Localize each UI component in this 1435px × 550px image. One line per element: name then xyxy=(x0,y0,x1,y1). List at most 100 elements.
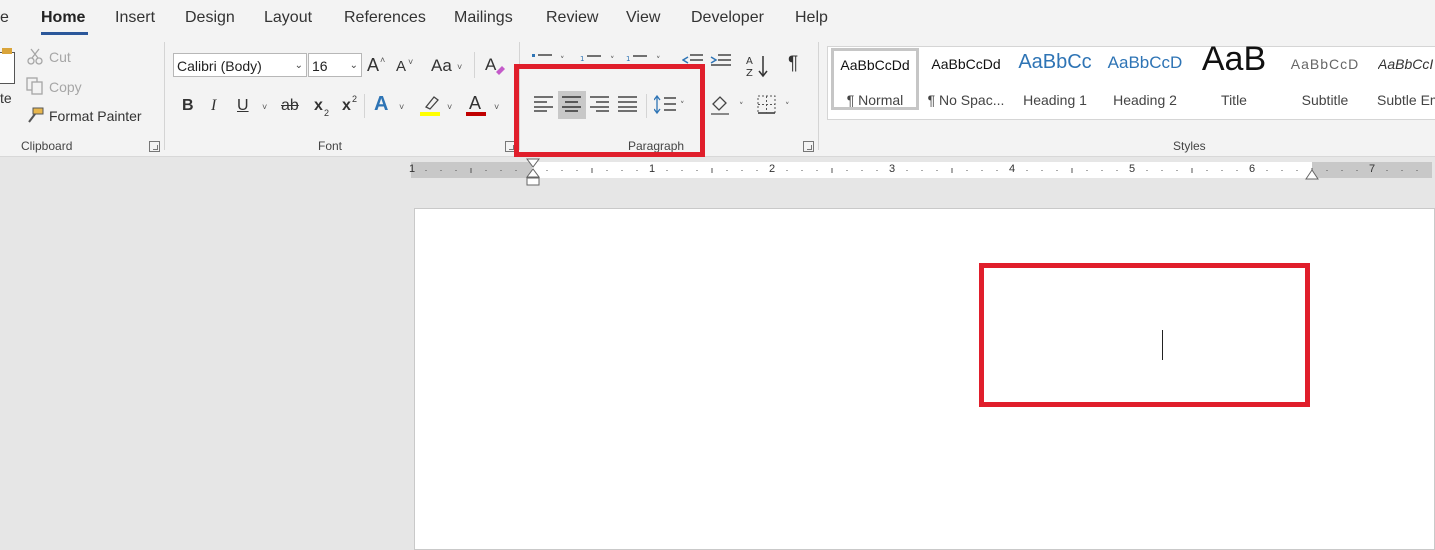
ruler-ticks xyxy=(425,168,1418,173)
tab-developer[interactable]: Developer xyxy=(691,9,764,27)
paragraph-alignment-highlight-box xyxy=(514,64,705,157)
underline-button[interactable]: U xyxy=(237,96,249,116)
paste-button-label[interactable]: te xyxy=(0,88,12,108)
style-preview: AaBbCc xyxy=(1018,51,1092,73)
show-formatting-marks-button[interactable]: ¶ xyxy=(788,54,798,74)
tab-home[interactable]: Home xyxy=(41,9,85,27)
svg-text:˅: ˅ xyxy=(785,102,790,112)
italic-button[interactable]: I xyxy=(211,96,216,116)
style-name: ¶ No Spac... xyxy=(927,92,1005,108)
style-normal[interactable]: AaBbCcDd ¶ Normal xyxy=(831,48,919,110)
tab-file[interactable]: e xyxy=(0,9,9,27)
svg-text:1: 1 xyxy=(580,55,584,63)
tab-mailings[interactable]: Mailings xyxy=(454,9,513,27)
paragraph-dialog-launcher-icon[interactable] xyxy=(803,141,814,152)
scissors-icon xyxy=(27,48,43,65)
separator xyxy=(474,52,475,78)
increase-indent-icon[interactable] xyxy=(710,54,732,68)
clipboard-group-label: Clipboard xyxy=(21,139,73,153)
style-preview: AaBbCcI xyxy=(1378,56,1434,72)
active-tab-indicator xyxy=(41,32,88,35)
subscript-2-icon: 2 xyxy=(324,108,330,118)
superscript-2-icon: 2 xyxy=(352,94,358,104)
chevron-down-icon: ˅ xyxy=(494,102,500,112)
copy-icon xyxy=(26,77,43,95)
font-color-bar xyxy=(466,112,486,116)
shrink-font-button[interactable]: A xyxy=(396,57,406,77)
tab-help[interactable]: Help xyxy=(795,9,828,27)
style-subtle-emphasis[interactable]: AaBbCcI Subtle Em xyxy=(1371,48,1435,110)
indent-marker-icon[interactable] xyxy=(526,158,540,188)
ruler-number: 2 xyxy=(769,163,776,175)
bold-button[interactable]: B xyxy=(182,96,194,116)
tab-view[interactable]: View xyxy=(626,9,660,27)
grow-font-button[interactable]: A xyxy=(367,55,379,75)
style-heading-2[interactable]: AaBbCcD Heading 2 xyxy=(1101,48,1189,110)
style-name: Heading 2 xyxy=(1113,92,1177,108)
svg-text:˅: ˅ xyxy=(739,102,744,112)
style-subtitle[interactable]: AaBbCcD Subtitle xyxy=(1281,48,1369,110)
font-family-value: Calibri (Body) xyxy=(177,58,262,74)
strikethrough-button[interactable]: ab xyxy=(281,96,299,116)
paste-icon[interactable] xyxy=(0,52,15,84)
right-indent-marker-icon[interactable] xyxy=(1305,168,1319,180)
copy-button[interactable]: Copy xyxy=(49,77,82,97)
ribbon: te Cut Copy Format Painter Clipboard Cal… xyxy=(0,38,1435,157)
ruler-number: 3 xyxy=(889,163,896,175)
chevron-down-icon: ˅ xyxy=(262,102,268,112)
tab-references[interactable]: References xyxy=(344,9,426,27)
highlighter-icon[interactable] xyxy=(420,94,442,112)
clear-formatting-icon[interactable]: A xyxy=(484,54,506,76)
chevron-down-icon: ⌄ xyxy=(349,60,358,71)
style-name: Heading 1 xyxy=(1023,92,1087,108)
style-preview: AaBbCcDd xyxy=(840,57,910,73)
tab-review[interactable]: Review xyxy=(546,9,598,27)
style-preview: AaBbCcD xyxy=(1107,53,1183,72)
ruler-number: 1 xyxy=(649,163,656,175)
style-no-spacing[interactable]: AaBbCcDd ¶ No Spac... xyxy=(922,48,1010,110)
ruler-number: 5 xyxy=(1129,163,1136,175)
style-name: ¶ Normal xyxy=(846,92,904,108)
tab-layout[interactable]: Layout xyxy=(264,9,312,27)
font-color-button[interactable]: A xyxy=(469,93,481,113)
font-size-select[interactable]: 16 ⌄ xyxy=(308,53,362,77)
tab-design[interactable]: Design xyxy=(185,9,235,27)
font-family-select[interactable]: Calibri (Body) ⌄ xyxy=(173,53,307,77)
change-case-button[interactable]: Aa xyxy=(431,56,452,76)
tab-insert[interactable]: Insert xyxy=(115,9,155,27)
ruler-number: 7 xyxy=(1369,163,1376,175)
styles-group-label: Styles xyxy=(1173,139,1206,153)
font-size-value: 16 xyxy=(312,58,328,74)
shading-icon[interactable]: ˅ xyxy=(710,94,750,116)
style-preview: AaB xyxy=(1201,40,1267,78)
chevron-down-icon: ˅ xyxy=(457,62,463,72)
style-preview: AaBbCcDd xyxy=(931,56,1001,72)
highlight-color-bar xyxy=(420,112,440,116)
sort-icon[interactable]: A Z xyxy=(746,54,770,78)
svg-text:1: 1 xyxy=(626,55,630,63)
format-painter-button[interactable]: Format Painter xyxy=(49,106,142,126)
clipboard-clip-icon xyxy=(2,48,12,54)
ruler-number: 1 xyxy=(409,163,416,175)
grow-arrow-icon: ˄ xyxy=(380,55,386,65)
style-name: Subtitle xyxy=(1301,92,1349,108)
shrink-arrow-icon: ˅ xyxy=(408,57,414,67)
svg-text:A: A xyxy=(485,55,497,74)
ruler-number: 6 xyxy=(1249,163,1256,175)
style-heading-1[interactable]: AaBbCc Heading 1 xyxy=(1011,48,1099,110)
group-separator xyxy=(818,42,819,150)
chevron-down-icon: ˅ xyxy=(447,102,453,112)
style-title[interactable]: AaB Title xyxy=(1190,40,1278,110)
format-painter-icon xyxy=(28,107,44,123)
clipboard-dialog-launcher-icon[interactable] xyxy=(149,141,160,152)
style-name: Title xyxy=(1221,92,1247,108)
borders-icon[interactable]: ˅ xyxy=(757,95,797,115)
svg-text:Z: Z xyxy=(746,68,753,78)
style-name: Subtle Em xyxy=(1377,92,1435,108)
superscript-button[interactable]: x xyxy=(342,96,351,116)
cut-button[interactable]: Cut xyxy=(49,47,71,67)
text-effects-button[interactable]: A xyxy=(374,94,388,114)
cursor-highlight-box xyxy=(979,263,1310,407)
ruler-number: 4 xyxy=(1009,163,1016,175)
subscript-button[interactable]: x xyxy=(314,96,323,116)
